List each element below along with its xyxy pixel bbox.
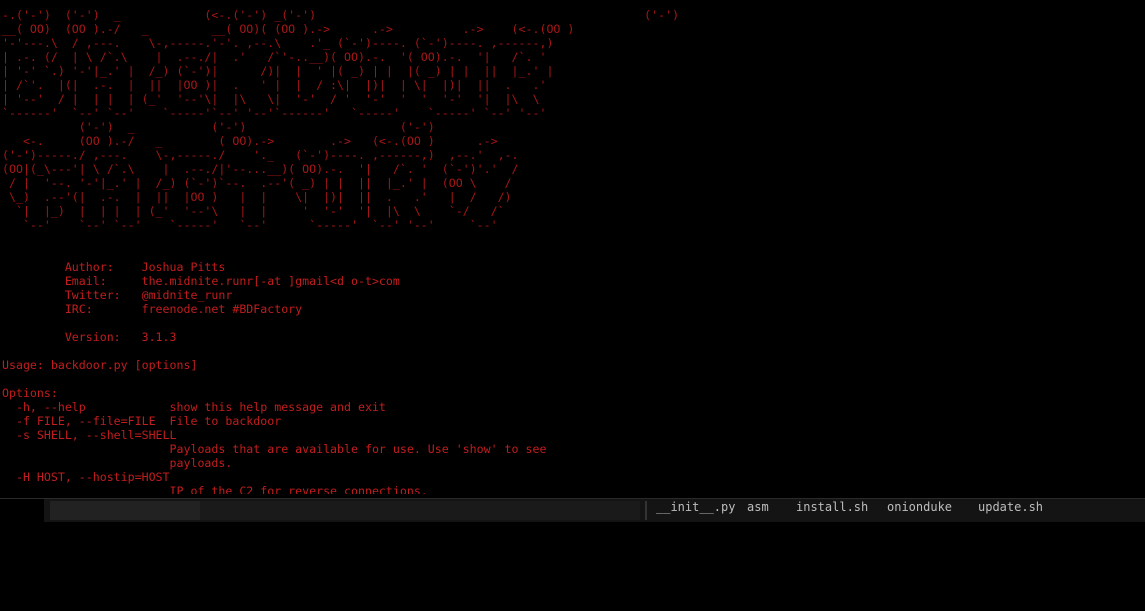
terminal-line: Options: [2, 386, 58, 400]
terminal-line: IP of the C2 for reverse connections. [2, 484, 428, 494]
terminal-line: Twitter: @midnite_runr [2, 288, 233, 302]
file-item-init-py[interactable]: __init__.py [656, 499, 735, 515]
ascii-banner-line: ('-')-----./ ,---. \-,-----./ '._ (`-')-… [2, 148, 519, 162]
ascii-banner-line: / | '--. '-'|_.' | /_) (`-')`--. .--'( _… [2, 176, 512, 190]
ascii-banner-line: __( OO) (OO ).-/ _ __( OO)( (OO ).-> .->… [2, 22, 575, 36]
command-input[interactable] [50, 501, 200, 520]
ascii-banner-line: | .-. (/ | \ /`.\ | .--./| .' /`'-..__)(… [2, 50, 547, 64]
file-list: __init__.py asm install.sh onionduke upd… [656, 499, 1043, 522]
terminal-line: Usage: backdoor.py [options] [2, 358, 198, 372]
ascii-banner-line: | '-' `.) '-'|_.' | /_) (`-')| /)| | ' |… [2, 64, 554, 78]
terminal-line: -f FILE, --file=FILE File to backdoor [2, 414, 282, 428]
ascii-banner-line: <-. (OO ).-/ _ ( OO).-> .-> (<-.(OO ) .-… [2, 134, 498, 148]
terminal-output[interactable]: -.('-') ('-') _ (<-.('-') _('-') ('-') __… [2, 0, 1142, 494]
status-bar-gutter [0, 499, 44, 522]
terminal-line: IRC: freenode.net #BDFactory [2, 302, 303, 316]
file-item-onionduke[interactable]: onionduke [887, 499, 952, 515]
file-item-install-sh[interactable]: install.sh [796, 499, 868, 515]
ascii-banner-line: | /`'. |(| .-. | || |OO )| . ' | | / :\|… [2, 78, 547, 92]
file-item-update-sh[interactable]: update.sh [978, 499, 1043, 515]
terminal-line: Email: the.midnite.runr[-at ]gmail<d o-t… [2, 274, 400, 288]
terminal-line: -h, --help show this help message and ex… [2, 400, 386, 414]
ascii-banner-line: | '--' / | | | | (_' '--'\| |\ \| '-' / … [2, 92, 540, 106]
terminal-line: -s SHELL, --shell=SHELL [2, 428, 177, 442]
ascii-banner-line: `| |_) | | | | (_' '--'\ | | ' '-' '| |\… [2, 204, 505, 218]
ascii-banner-line: \_) .--'(| .-. | || |OO ) | | \| |)| || … [2, 190, 512, 204]
ascii-banner-line: -.('-') ('-') _ (<-.('-') _('-') ('-') [2, 8, 680, 22]
status-bar: __init__.py asm install.sh onionduke upd… [0, 498, 1145, 522]
status-divider [645, 501, 647, 520]
terminal-line: Author: Joshua Pitts [2, 260, 226, 274]
command-input-track[interactable] [200, 501, 640, 520]
terminal-line: -H HOST, --hostip=HOST [2, 470, 170, 484]
ascii-banner-line: (OO|(_\---'| \ /`.\ | .--./|'--...__)( O… [2, 162, 519, 176]
ascii-banner-line: `--' `--' `--' `-----' `--' `-----' `--'… [2, 218, 498, 232]
terminal-line: payloads. [2, 456, 233, 470]
terminal-line: Version: 3.1.3 [2, 330, 177, 344]
ascii-banner-line: `------' `--' `--' `-----'`--' '--'`----… [2, 106, 547, 120]
terminal-line: Payloads that are available for use. Use… [2, 442, 547, 456]
ascii-banner-line [2, 0, 1142, 8]
ascii-banner-line: '-'---.\ / ,---. \-,-----.'-'. ,--.\ .'_… [2, 36, 554, 50]
file-item-asm[interactable]: asm [747, 499, 769, 515]
ascii-banner-line: ('-') _ ('-') ('-') [2, 120, 435, 134]
